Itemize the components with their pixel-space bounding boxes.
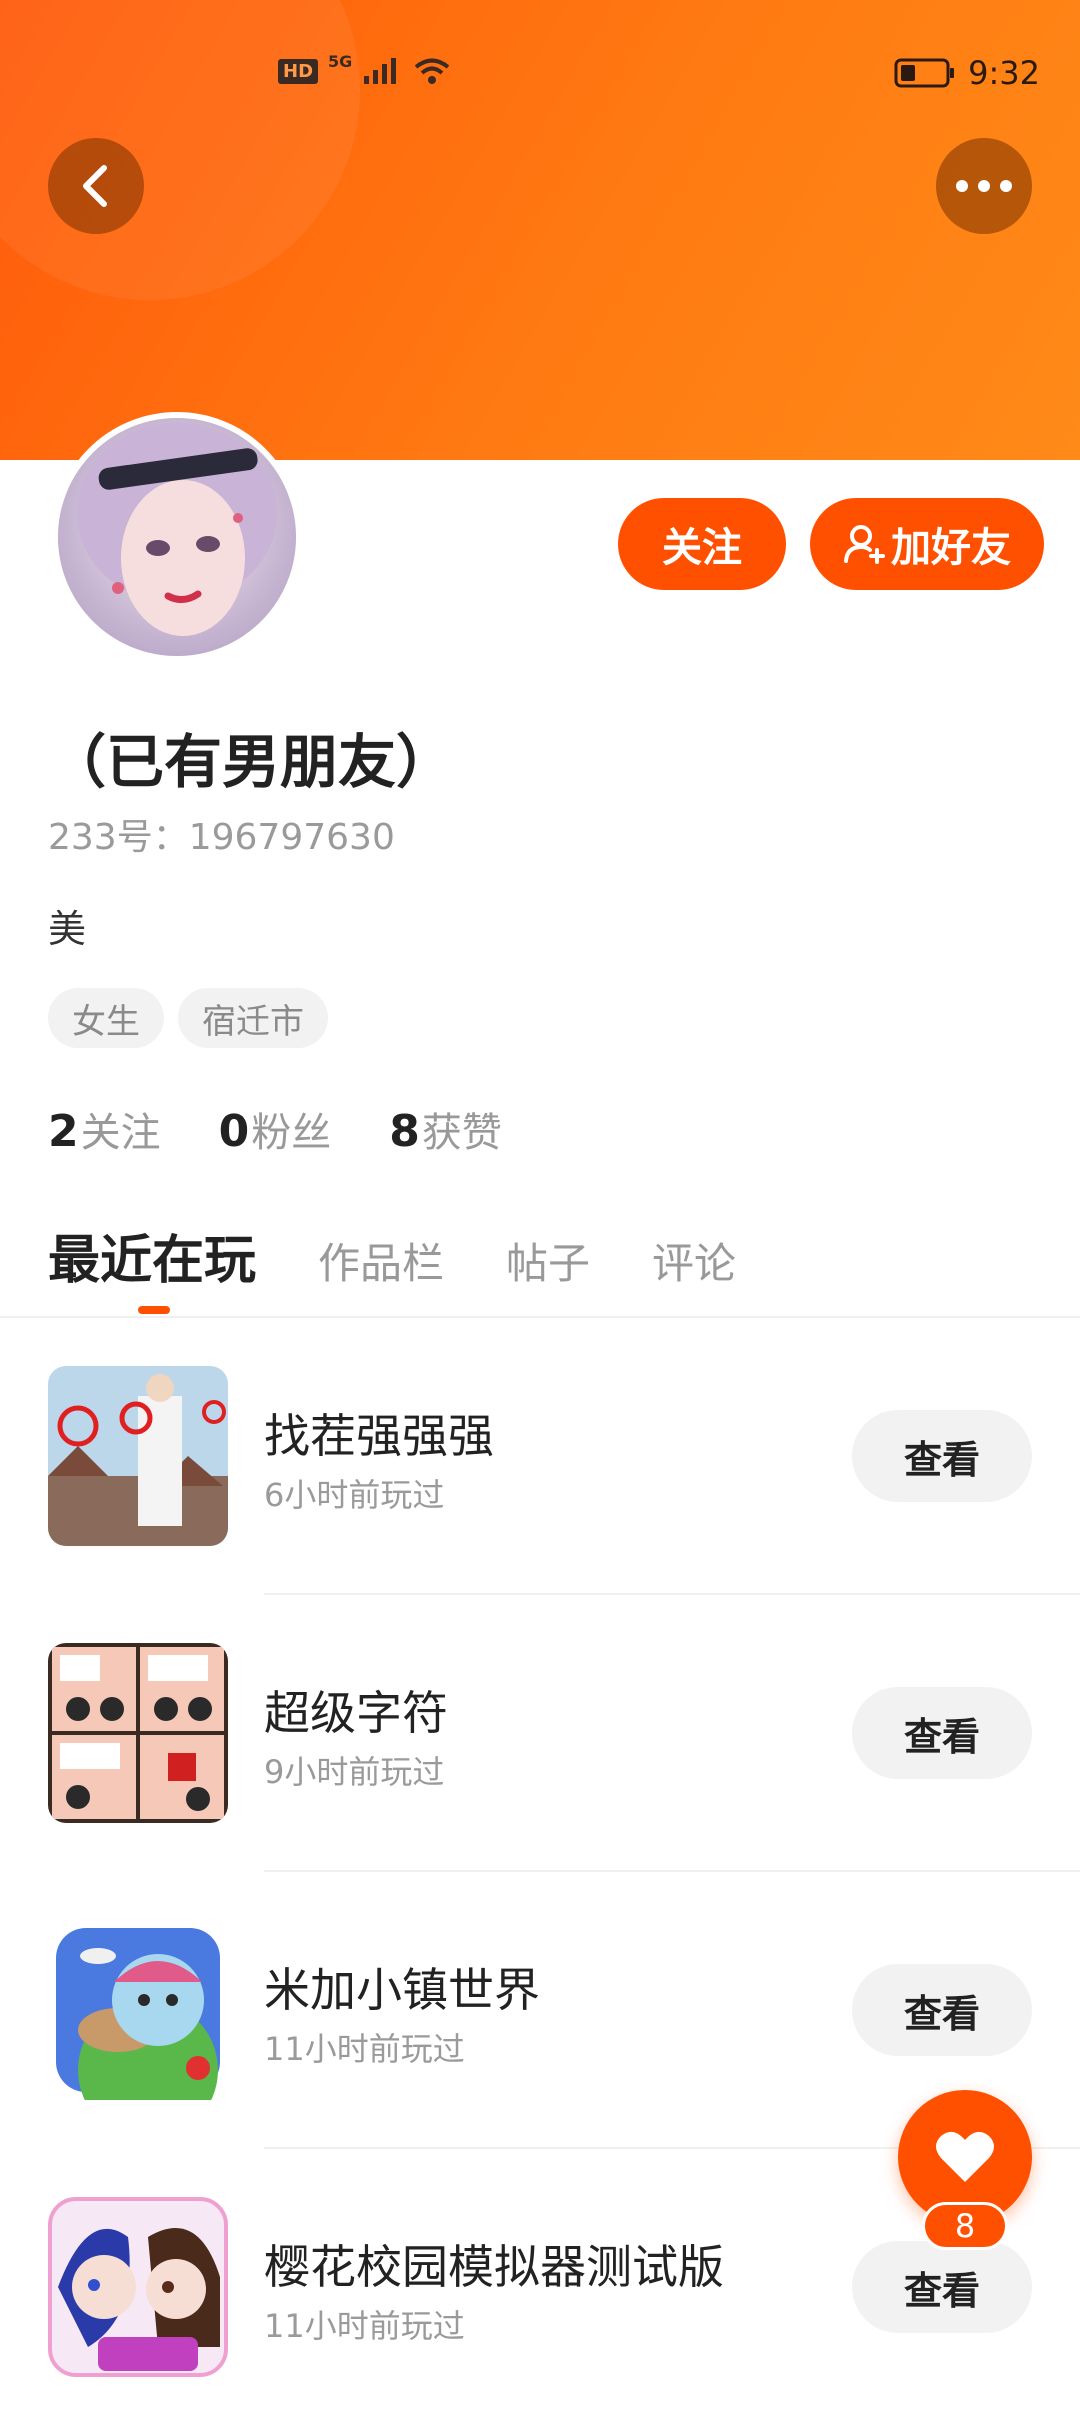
game-icon xyxy=(48,1643,228,1823)
avatar[interactable] xyxy=(52,412,302,662)
active-tab-indicator xyxy=(138,1306,170,1314)
game-name: 找茬强强强 xyxy=(264,1409,494,1463)
game-thumbnail-sakura-school xyxy=(48,2197,228,2377)
game-thumbnail-spot-difference xyxy=(48,1366,228,1546)
game-thumbnail-super-characters xyxy=(48,1643,228,1823)
stat-likes[interactable]: 8获赞 xyxy=(389,1100,502,1158)
more-options-button[interactable] xyxy=(936,138,1032,234)
view-button[interactable]: 查看 xyxy=(852,2241,1032,2333)
stat-fans[interactable]: 0粉丝 xyxy=(219,1100,332,1158)
status-bar: HD 5G 9:32 xyxy=(0,0,1080,150)
add-friend-label: 加好友 xyxy=(891,525,1011,571)
clock: 9:32 xyxy=(968,54,1040,92)
hd-badge: HD xyxy=(278,58,319,84)
bio: 美 xyxy=(48,907,87,951)
stat-fans-value: 0 xyxy=(218,1106,250,1157)
status-left: HD 5G xyxy=(278,52,452,86)
game-name: 超级字符 xyxy=(264,1686,448,1740)
view-button[interactable]: 查看 xyxy=(852,1964,1032,2056)
more-dots-icon xyxy=(956,180,1012,192)
game-icon xyxy=(48,2197,228,2377)
tab-recent-play[interactable]: 最近在玩 xyxy=(48,1218,256,1293)
game-played-time: 11小时前玩过 xyxy=(264,2030,465,2068)
wifi-icon xyxy=(415,58,450,84)
like-count-badge: 8 xyxy=(922,2202,1008,2250)
profile-tags: 女生 宿迁市 xyxy=(48,988,328,1048)
game-played-time: 11小时前玩过 xyxy=(264,2307,465,2345)
profile-header-banner: HD 5G 9:32 xyxy=(0,0,1080,460)
stat-following-value: 2 xyxy=(48,1106,79,1157)
chevron-left-icon xyxy=(83,165,107,207)
network-type: 5G xyxy=(328,51,353,71)
tab-works[interactable]: 作品栏 xyxy=(318,1230,444,1291)
profile-stats: 2关注 0粉丝 8获赞 xyxy=(48,1100,502,1158)
heart-icon xyxy=(936,2131,994,2182)
stat-fans-label: 粉丝 xyxy=(251,1110,332,1156)
game-icon xyxy=(48,1366,228,1546)
game-thumbnail-miga-town xyxy=(56,1928,220,2100)
stat-following-label: 关注 xyxy=(80,1110,161,1156)
nickname: （已有男朋友） xyxy=(48,728,455,796)
user-id[interactable]: 233号：196797630 xyxy=(48,808,395,860)
game-played-time: 6小时前玩过 xyxy=(264,1476,445,1514)
add-friend-button[interactable]: 加好友 xyxy=(810,498,1044,590)
game-name: 樱花校园模拟器测试版 xyxy=(264,2240,724,2294)
list-item[interactable]: 找茬强强强 6小时前玩过 查看 xyxy=(0,1318,1080,1595)
profile-tabs: 最近在玩 作品栏 帖子 评论 xyxy=(48,1218,736,1293)
status-right: 9:32 xyxy=(894,54,1040,92)
battery-icon xyxy=(894,58,955,88)
game-icon xyxy=(48,1920,228,2100)
game-name: 米加小镇世界 xyxy=(264,1963,540,2017)
avatar-illustration xyxy=(58,418,296,656)
list-item[interactable]: 超级字符 9小时前玩过 查看 xyxy=(0,1595,1080,1872)
back-button[interactable] xyxy=(48,138,144,234)
stat-following[interactable]: 2关注 xyxy=(48,1100,161,1158)
follow-button[interactable]: 关注 xyxy=(618,498,786,590)
stat-likes-value: 8 xyxy=(389,1106,420,1157)
recent-games-list: 找茬强强强 6小时前玩过 查看 超级字符 9小时前玩过 查看 米加小镇世界 11… xyxy=(0,1318,1080,2426)
add-user-icon xyxy=(844,525,885,564)
tag-gender: 女生 xyxy=(48,988,164,1048)
tab-comments[interactable]: 评论 xyxy=(652,1230,736,1291)
stat-likes-label: 获赞 xyxy=(421,1110,502,1156)
game-played-time: 9小时前玩过 xyxy=(264,1753,445,1791)
tab-posts[interactable]: 帖子 xyxy=(506,1230,590,1291)
signal-icon xyxy=(364,58,397,84)
view-button[interactable]: 查看 xyxy=(852,1687,1032,1779)
tag-city: 宿迁市 xyxy=(178,988,328,1048)
view-button[interactable]: 查看 xyxy=(852,1410,1032,1502)
